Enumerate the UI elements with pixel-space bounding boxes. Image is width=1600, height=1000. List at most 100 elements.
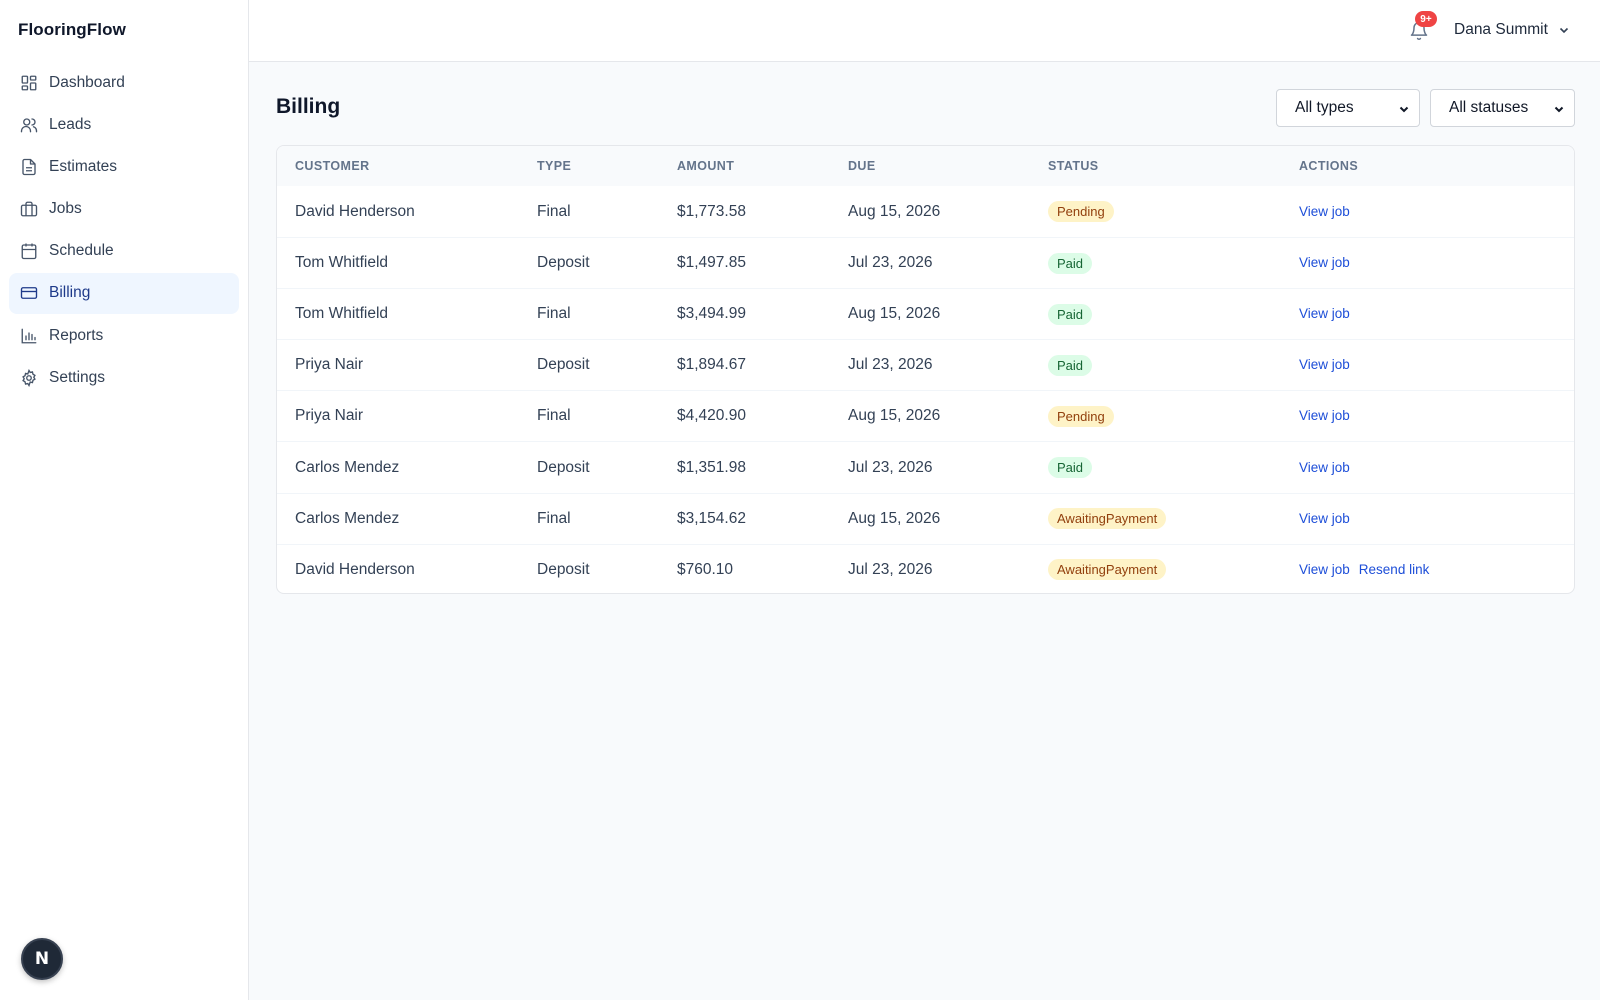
cell-amount: $1,894.67 (677, 356, 746, 374)
dashboard-icon (20, 74, 38, 92)
cell-type: Deposit (537, 254, 590, 272)
sidebar-item-label: Jobs (49, 200, 82, 218)
sidebar-item-reports[interactable]: Reports (9, 315, 239, 356)
view-job-link[interactable]: View job (1299, 204, 1350, 219)
sidebar-item-label: Dashboard (49, 73, 125, 91)
sidebar-item-label: Schedule (49, 242, 114, 260)
cell-type: Final (537, 509, 571, 527)
topbar (249, 0, 1600, 62)
cell-amount: $4,420.90 (677, 407, 746, 425)
cell-status: AwaitingPayment (1048, 559, 1167, 581)
cell-amount: $1,497.85 (677, 254, 746, 272)
sidebar-item-leads[interactable]: Leads (9, 104, 239, 145)
sidebar-item-billing[interactable]: Billing (9, 272, 239, 314)
billing-table: CUSTOMER TYPE AMOUNT DUE STATUS ACTIONS David… (276, 145, 1575, 594)
view-job-link[interactable]: View job (1299, 255, 1350, 270)
table-row: Priya Nair Deposit $1,894.67 Jul 23, 2026 Pa… (277, 339, 1574, 390)
view-job-link[interactable]: View job (1299, 408, 1350, 423)
column-header-customer: CUSTOMER (295, 159, 370, 173)
type-filter-value: All types (1295, 99, 1354, 116)
status-filter-select[interactable]: All statuses (1430, 89, 1575, 127)
view-job-link[interactable]: View job (1299, 511, 1350, 526)
sidebar-item-label: Leads (49, 115, 92, 133)
cell-customer: David Henderson (295, 560, 415, 578)
column-header-type: TYPE (537, 159, 572, 173)
notification-count-badge: 9+ (1415, 11, 1437, 27)
view-job-link[interactable]: View job (1299, 306, 1350, 321)
sidebar-item-jobs[interactable]: Jobs (9, 189, 239, 230)
table-row: Priya Nair Final $4,420.90 Aug 15, 2026 Pend… (277, 390, 1574, 441)
cell-due: Jul 23, 2026 (848, 356, 933, 374)
cell-status: Pending (1048, 405, 1114, 427)
sidebar-item-label: Billing (49, 284, 91, 302)
chevron-down-icon (1399, 106, 1409, 113)
cell-customer: Priya Nair (295, 407, 364, 425)
page-title: Billing (276, 95, 341, 118)
user-menu-button[interactable]: Dana Summit (1454, 21, 1570, 39)
cell-type: Deposit (537, 560, 590, 578)
cell-status: Paid (1048, 457, 1093, 479)
status-badge: Pending (1048, 405, 1114, 427)
cell-customer: Carlos Mendez (295, 458, 400, 476)
view-job-link[interactable]: View job (1299, 460, 1350, 475)
cell-status: Paid (1048, 354, 1093, 376)
table-row: Carlos Mendez Final $3,154.62 Aug 15, 2026 A… (277, 492, 1574, 544)
cell-type: Deposit (537, 458, 590, 476)
cell-customer: Priya Nair (295, 356, 364, 374)
cell-customer: Carlos Mendez (295, 509, 400, 527)
gear-icon (20, 368, 38, 387)
cell-actions: View job Resend link (1299, 561, 1438, 579)
credit-card-icon (20, 284, 38, 302)
status-badge: Pending (1048, 201, 1114, 223)
cell-type: Final (537, 407, 571, 425)
user-name: Dana Summit (1454, 21, 1548, 38)
sidebar-item-estimates[interactable]: Estimates (9, 146, 239, 187)
view-job-link[interactable]: View job (1299, 357, 1350, 372)
cell-amount: $1,773.58 (677, 202, 746, 220)
cell-status: Paid (1048, 303, 1093, 325)
status-badge: AwaitingPayment (1048, 508, 1167, 530)
cell-actions: View job (1299, 407, 1359, 425)
cell-customer: Tom Whitfield (295, 305, 389, 323)
brand-logo[interactable]: FlooringFlow (18, 20, 126, 40)
column-header-amount: AMOUNT (677, 159, 735, 173)
status-badge: Paid (1048, 354, 1093, 376)
sidebar-nav: Dashboard Leads Estimates Jobs Schedule Billi… (9, 62, 239, 400)
sidebar-item-schedule[interactable]: Schedule (9, 231, 239, 272)
chevron-down-icon (1554, 106, 1564, 113)
cell-amount: $760.10 (677, 560, 734, 578)
resend-link-link[interactable]: Resend link (1359, 562, 1430, 577)
cell-type: Final (537, 305, 571, 323)
cell-customer: David Henderson (295, 202, 415, 220)
cell-due: Jul 23, 2026 (848, 458, 933, 476)
sidebar-item-dashboard[interactable]: Dashboard (9, 62, 239, 103)
column-header-status: STATUS (1048, 159, 1099, 173)
type-filter-select[interactable]: All types (1276, 89, 1420, 127)
sidebar-item-settings[interactable]: Settings (9, 357, 239, 398)
cell-due: Aug 15, 2026 (848, 202, 941, 220)
table-row: David Henderson Final $1,773.58 Aug 15, 202… (277, 186, 1574, 237)
column-header-due: DUE (848, 159, 876, 173)
briefcase-icon (20, 200, 38, 218)
cell-customer: Tom Whitfield (295, 254, 389, 272)
users-icon (20, 116, 38, 134)
sidebar: FlooringFlow Dashboard Leads Estimates Jobs… (0, 0, 249, 1000)
view-job-link[interactable]: View job (1299, 562, 1350, 577)
cell-status: Paid (1048, 252, 1093, 274)
table-row: Carlos Mendez Deposit $1,351.98 Jul 23, 202… (277, 441, 1574, 492)
document-icon (20, 158, 38, 176)
cell-amount: $3,494.99 (677, 305, 746, 323)
table-row: David Henderson Deposit $760.10 Jul 23, 202… (277, 543, 1574, 593)
cell-actions: View job (1299, 510, 1359, 528)
table-row: Tom Whitfield Final $3,494.99 Aug 15, 2026 P… (277, 288, 1574, 339)
next-dev-badge[interactable]: N (21, 938, 63, 980)
table-row: Tom Whitfield Deposit $1,497.85 Jul 23, 202… (277, 237, 1574, 288)
sidebar-item-label: Reports (49, 326, 104, 344)
cell-actions: View job (1299, 305, 1359, 323)
cell-amount: $3,154.62 (677, 509, 746, 527)
status-badge: Paid (1048, 457, 1093, 479)
bar-chart-icon (20, 327, 38, 345)
status-filter-value: All statuses (1449, 99, 1529, 116)
cell-due: Aug 15, 2026 (848, 407, 941, 425)
cell-due: Aug 15, 2026 (848, 509, 941, 527)
